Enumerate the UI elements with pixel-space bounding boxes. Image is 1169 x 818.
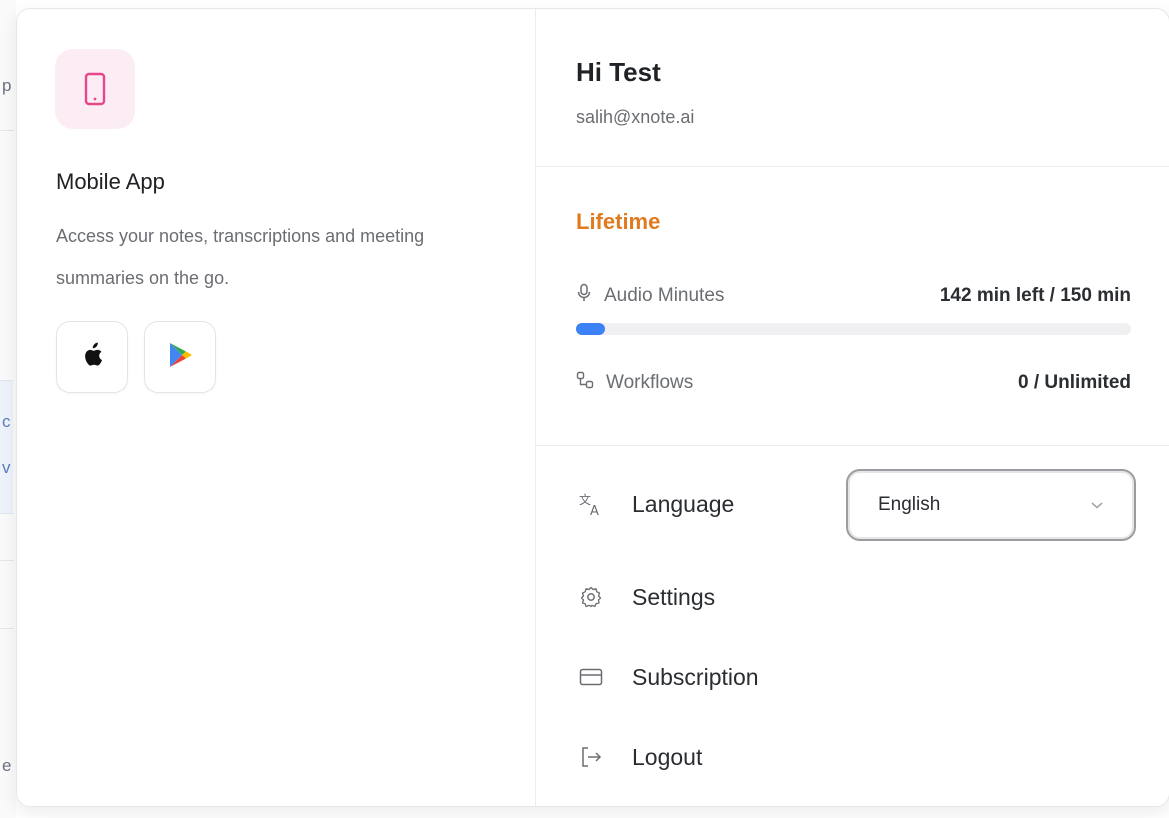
- workflows-value: 0 / Unlimited: [1018, 372, 1131, 393]
- audio-minutes-value: 142 min left / 150 min: [939, 285, 1131, 306]
- background-text: p: [2, 76, 12, 95]
- mobile-app-panel: Mobile App Access your notes, transcript…: [17, 9, 536, 806]
- language-label: Language: [632, 490, 735, 517]
- audio-minutes-progress: [576, 323, 1131, 335]
- background-text: c: [2, 412, 11, 431]
- google-play-button[interactable]: [144, 321, 216, 393]
- user-email: salih@xnote.ai: [576, 107, 695, 127]
- logout-label: Logout: [632, 743, 703, 770]
- mobile-app-description: Access your notes, transcriptions and me…: [56, 226, 425, 288]
- translate-icon: 文 A: [576, 489, 606, 519]
- chevron-down-icon: [1090, 494, 1104, 516]
- audio-minutes-progress-fill: [576, 323, 606, 335]
- language-select-value: English: [878, 494, 941, 515]
- background-divider: [0, 560, 14, 561]
- workflows-text: Workflows: [606, 372, 694, 393]
- menu-item-language: 文 A Language: [576, 489, 734, 519]
- background-text: v: [2, 458, 11, 477]
- apple-icon: [81, 342, 103, 373]
- account-panel: Hi Test salih@xnote.ai Lifetime Audio Mi…: [536, 9, 1169, 806]
- settings-label: Settings: [632, 583, 716, 610]
- microphone-icon: [576, 283, 592, 309]
- divider: [536, 445, 1169, 446]
- background-divider: [0, 130, 14, 131]
- credit-card-icon: [576, 662, 606, 692]
- google-play-icon: [167, 341, 193, 374]
- workflows-row: Workflows 0 / Unlimited: [576, 371, 1131, 395]
- workflow-icon: [576, 371, 594, 395]
- workflows-label: Workflows: [576, 371, 693, 395]
- background-highlight: [0, 380, 13, 514]
- menu-item-subscription[interactable]: Subscription: [576, 662, 759, 692]
- menu-item-settings[interactable]: Settings: [576, 582, 715, 612]
- menu-item-logout[interactable]: Logout: [576, 742, 702, 772]
- phone-icon: [55, 49, 135, 129]
- audio-minutes-label: Audio Minutes: [576, 283, 724, 309]
- gear-icon: [576, 582, 606, 612]
- user-greeting: Hi Test: [576, 57, 661, 87]
- svg-text:A: A: [590, 504, 599, 517]
- subscription-label: Subscription: [632, 663, 759, 690]
- plan-name: Lifetime: [576, 209, 661, 234]
- logout-icon: [576, 742, 606, 772]
- audio-minutes-row: Audio Minutes 142 min left / 150 min: [576, 283, 1131, 309]
- audio-minutes-text: Audio Minutes: [604, 285, 725, 306]
- background-text: e: [2, 756, 12, 775]
- background-divider: [0, 628, 14, 629]
- divider: [536, 166, 1169, 167]
- mobile-app-title: Mobile App: [56, 169, 165, 194]
- apple-store-button[interactable]: [56, 321, 128, 393]
- language-select[interactable]: English: [846, 469, 1136, 541]
- account-popover: Mobile App Access your notes, transcript…: [16, 8, 1169, 807]
